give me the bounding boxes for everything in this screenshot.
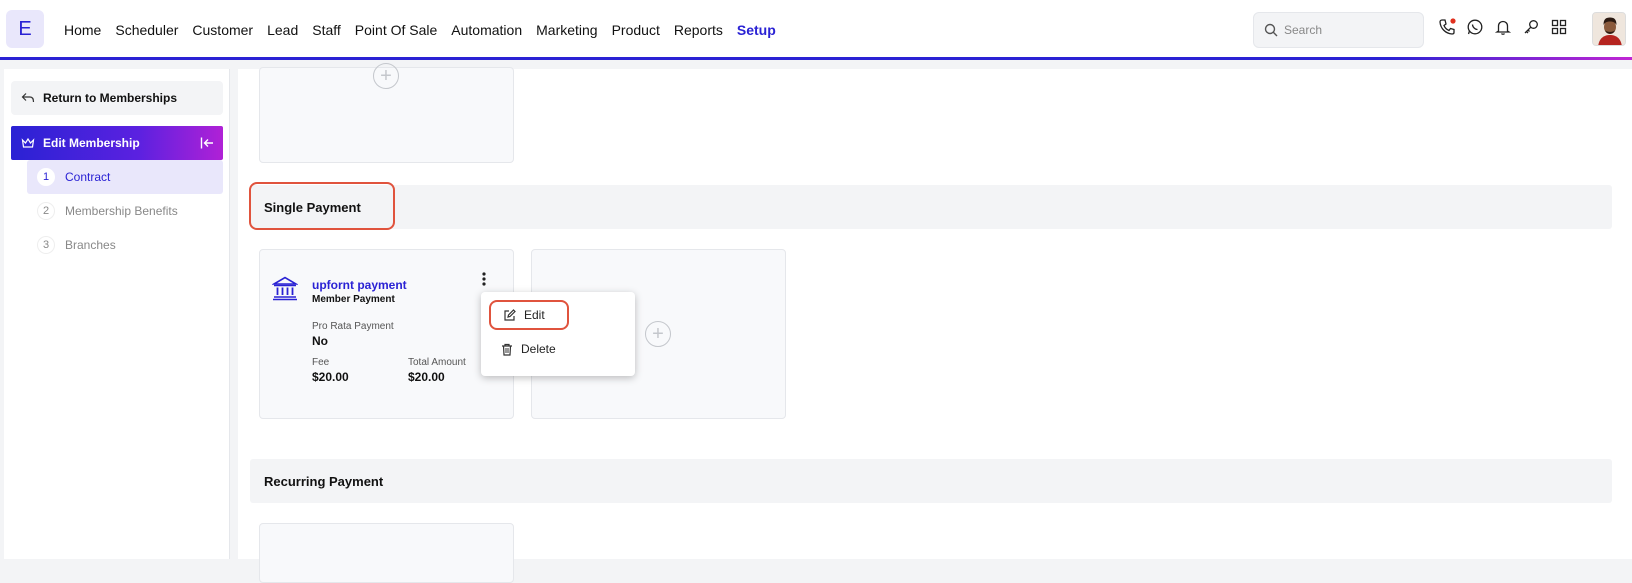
top-navbar: E Home Scheduler Customer Lead Staff Poi… [0, 0, 1632, 60]
main-nav: Home Scheduler Customer Lead Staff Point… [64, 0, 790, 60]
add-recurring-payment-card[interactable] [259, 523, 514, 583]
return-to-memberships-button[interactable]: Return to Memberships [11, 81, 223, 115]
payment-card[interactable]: upfornt payment Member Payment Pro Rata … [259, 249, 514, 419]
return-label: Return to Memberships [43, 91, 178, 105]
single-payment-section-header: Single Payment [250, 185, 1612, 229]
header-accent-bar [0, 57, 1632, 60]
nav-product[interactable]: Product [612, 22, 660, 38]
search-box[interactable] [1253, 12, 1424, 48]
nav-marketing[interactable]: Marketing [536, 22, 597, 38]
nav-automation[interactable]: Automation [451, 22, 522, 38]
phone-icon[interactable] [1438, 18, 1456, 36]
sidebar: Return to Memberships Edit Membership 1 … [4, 69, 230, 559]
payment-title: upfornt payment [312, 278, 407, 292]
whatsapp-icon[interactable] [1466, 18, 1484, 36]
add-icon[interactable]: + [645, 321, 671, 347]
pro-rata-label: Pro Rata Payment [312, 321, 394, 332]
apps-grid-icon[interactable] [1550, 18, 1568, 36]
nav-setup[interactable]: Setup [737, 22, 776, 38]
bank-icon [272, 276, 298, 301]
trash-icon [502, 343, 512, 356]
edit-membership-header: Edit Membership [11, 126, 223, 160]
step-label: Contract [65, 170, 111, 184]
nav-lead[interactable]: Lead [267, 22, 298, 38]
more-options-icon[interactable] [481, 271, 487, 287]
user-avatar[interactable] [1592, 12, 1626, 46]
payment-subtitle: Member Payment [312, 294, 395, 305]
search-input[interactable] [1284, 23, 1414, 37]
step-contract[interactable]: 1 Contract [27, 160, 223, 194]
add-payment-card[interactable]: + [259, 63, 514, 163]
main-content: + Single Payment upfornt payment Member … [238, 63, 1632, 583]
nav-point-of-sale[interactable]: Point Of Sale [355, 22, 438, 38]
step-number: 3 [37, 236, 55, 254]
delete-menu-item[interactable]: Delete [501, 342, 556, 356]
step-number: 2 [37, 202, 55, 220]
pro-rata-value: No [312, 334, 328, 348]
fee-value: $20.00 [312, 370, 349, 384]
edit-label: Edit [524, 308, 545, 322]
crown-icon [21, 137, 35, 148]
nav-scheduler[interactable]: Scheduler [115, 22, 178, 38]
step-number: 1 [37, 168, 55, 186]
add-icon[interactable]: + [373, 63, 399, 89]
step-branches[interactable]: 3 Branches [27, 228, 223, 262]
bell-icon[interactable] [1494, 18, 1512, 36]
payment-context-menu: Edit Delete [481, 292, 635, 376]
search-icon [1264, 23, 1278, 37]
collapse-sidebar-icon[interactable] [199, 135, 215, 151]
return-arrow-icon [21, 93, 35, 103]
edit-membership-label: Edit Membership [43, 136, 140, 150]
step-label: Branches [65, 238, 116, 252]
nav-staff[interactable]: Staff [312, 22, 341, 38]
recurring-payment-title: Recurring Payment [264, 473, 384, 489]
recurring-payment-section-header: Recurring Payment [250, 459, 1612, 503]
step-label: Membership Benefits [65, 204, 178, 218]
total-amount-value: $20.00 [408, 370, 445, 384]
nav-home[interactable]: Home [64, 22, 101, 38]
total-amount-label: Total Amount [408, 357, 466, 368]
nav-reports[interactable]: Reports [674, 22, 723, 38]
header-icons [1438, 18, 1568, 36]
single-payment-highlight [249, 182, 395, 230]
step-membership-benefits[interactable]: 2 Membership Benefits [27, 194, 223, 228]
delete-label: Delete [521, 342, 556, 356]
edit-menu-item[interactable]: Edit [489, 300, 569, 330]
fee-label: Fee [312, 357, 330, 368]
edit-icon [504, 308, 516, 321]
nav-customer[interactable]: Customer [192, 22, 253, 38]
logo-letter: E [18, 17, 32, 40]
key-icon[interactable] [1522, 18, 1540, 36]
app-logo[interactable]: E [6, 10, 44, 48]
